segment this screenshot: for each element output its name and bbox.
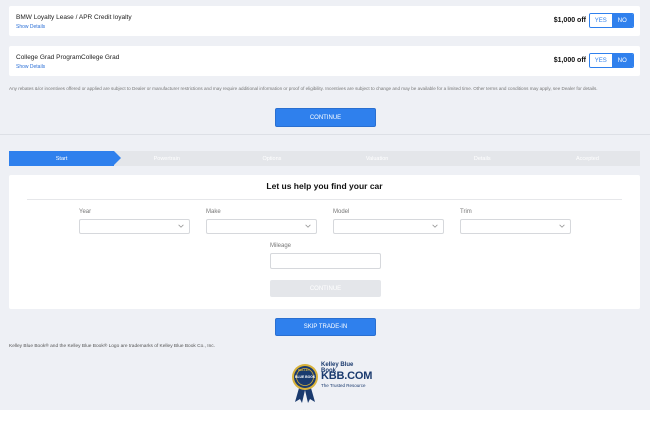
step-valuation[interactable]: Valuation xyxy=(324,151,437,166)
offer-card-bmw-loyalty: BMW Loyalty Lease / APR Credit loyalty S… xyxy=(9,6,640,36)
model-label: Model xyxy=(333,209,350,215)
card-divider xyxy=(27,199,622,200)
offer-amount: $1,000 off xyxy=(553,57,586,64)
step-details[interactable]: Details xyxy=(429,151,543,166)
offer-name: College Grad ProgramCollege Grad xyxy=(16,54,120,61)
kbb-logo: KELLEY BLUE BOOK Kelley Blue Book KBB.CO… xyxy=(289,360,373,406)
trademark-notice: Kelley Blue Book® and the Kelley Blue Bo… xyxy=(9,344,215,349)
progress-steps: Start Powertrain Options Valuation Detai… xyxy=(9,151,641,166)
show-details-link[interactable]: Show Details xyxy=(16,24,45,30)
step-options[interactable]: Options xyxy=(219,151,332,166)
step-accepted[interactable]: Accepted xyxy=(534,151,641,166)
chevron-down-icon xyxy=(432,224,438,228)
skip-trade-in-button[interactable]: SKIP TRADE-IN xyxy=(275,318,376,336)
kbb-seal-mid-text: BLUE BOOK xyxy=(295,375,316,379)
offer-toggle: YES NO xyxy=(589,13,634,28)
offer-amount: $1,000 off xyxy=(553,17,586,24)
trade-in-title: Let us help you find your car xyxy=(266,181,383,191)
incentives-disclaimer: Any rebates &/or incentives offered or a… xyxy=(9,86,598,91)
kbb-logo-line3: The Trusted Resource xyxy=(321,383,366,388)
trim-label: Trim xyxy=(460,209,472,215)
trade-in-card: Let us help you find your car Year Make … xyxy=(9,175,640,309)
section-divider xyxy=(0,134,650,135)
mileage-input[interactable] xyxy=(270,253,381,269)
show-details-link[interactable]: Show Details xyxy=(16,64,45,70)
yes-button[interactable]: YES xyxy=(590,54,612,67)
offer-card-college-grad: College Grad ProgramCollege Grad Show De… xyxy=(9,46,640,76)
make-select[interactable] xyxy=(206,219,317,234)
model-select[interactable] xyxy=(333,219,444,234)
chevron-down-icon xyxy=(305,224,311,228)
page-bottom xyxy=(0,410,650,428)
continue-button[interactable]: CONTINUE xyxy=(275,108,376,127)
kbb-seal-top-text: KELLEY xyxy=(298,368,310,372)
trim-select[interactable] xyxy=(460,219,571,234)
no-button[interactable]: NO xyxy=(611,54,633,67)
no-button[interactable]: NO xyxy=(611,14,633,27)
make-label: Make xyxy=(206,209,221,215)
trade-in-continue-button[interactable]: CONTINUE xyxy=(270,280,381,297)
offer-toggle: YES NO xyxy=(589,53,634,68)
year-select[interactable] xyxy=(79,219,190,234)
step-start[interactable]: Start xyxy=(9,151,122,166)
chevron-down-icon xyxy=(178,224,184,228)
offer-name: BMW Loyalty Lease / APR Credit loyalty xyxy=(16,14,132,21)
chevron-down-icon xyxy=(559,224,565,228)
step-powertrain[interactable]: Powertrain xyxy=(114,151,227,166)
kbb-logo-line2: KBB.COM xyxy=(321,370,373,382)
year-label: Year xyxy=(79,209,92,215)
yes-button[interactable]: YES xyxy=(590,14,612,27)
mileage-label: Mileage xyxy=(270,243,292,249)
